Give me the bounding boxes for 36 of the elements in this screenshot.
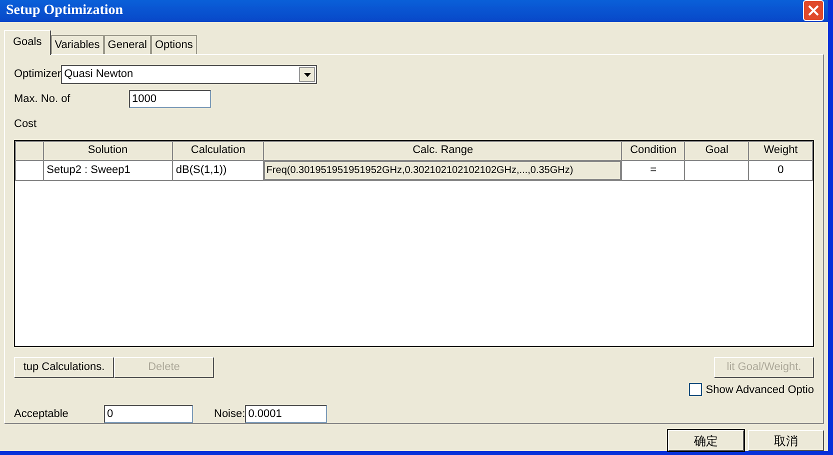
tab[interactable]: General xyxy=(104,34,151,54)
table-cell xyxy=(684,160,749,180)
caret-icon xyxy=(304,72,311,76)
tab[interactable]: Options xyxy=(150,34,197,54)
noise-field[interactable]: 0.0001 xyxy=(245,405,328,423)
tab[interactable]: Variables xyxy=(50,34,104,54)
table-cell: = xyxy=(622,160,685,180)
calc-range-button[interactable]: Freq(0.301951951951952GHz,0.302102102102102GHz,...,0.35GHz) xyxy=(264,160,622,180)
acceptable-field[interactable]: 0 xyxy=(104,405,193,423)
column-header[interactable]: Condition xyxy=(622,141,685,160)
setup-calculations-button[interactable]: tup Calculations. xyxy=(14,356,114,378)
cost-label: Cost xyxy=(14,118,37,130)
column-header[interactable]: Calculation xyxy=(172,141,264,160)
max-iterations-field[interactable]: 1000 xyxy=(129,90,211,108)
acceptable-label: Acceptable xyxy=(14,406,70,422)
max-iterations-label: Max. No. of xyxy=(14,92,72,107)
ok-button[interactable]: 确定 xyxy=(668,430,744,451)
column-header[interactable]: Goal xyxy=(684,141,749,160)
close-icon xyxy=(808,5,819,16)
column-header[interactable]: Solution xyxy=(43,141,172,160)
checkbox[interactable] xyxy=(688,383,702,396)
table-cell: 0 xyxy=(748,160,812,180)
window-title: Setup Optimization xyxy=(6,2,124,20)
row-header-corner xyxy=(16,141,44,160)
tab[interactable]: Goals xyxy=(4,30,51,55)
row-header[interactable] xyxy=(16,160,44,180)
column-header[interactable]: Calc. Range xyxy=(264,141,622,160)
cancel-button[interactable]: 取消 xyxy=(748,430,824,451)
close-button[interactable] xyxy=(803,0,824,22)
optimizer-dropdown[interactable]: Quasi Newton xyxy=(61,65,318,84)
table-cell: Setup2 : Sweep1 xyxy=(43,160,172,180)
table-cell: dB(S(1,1)) xyxy=(172,160,264,180)
optimizer-label: Optimizer xyxy=(14,67,62,82)
noise-label: Noise: xyxy=(214,406,246,422)
column-header[interactable]: Weight xyxy=(748,141,812,160)
checkbox-label[interactable]: Show Advanced Optio xyxy=(706,382,814,398)
